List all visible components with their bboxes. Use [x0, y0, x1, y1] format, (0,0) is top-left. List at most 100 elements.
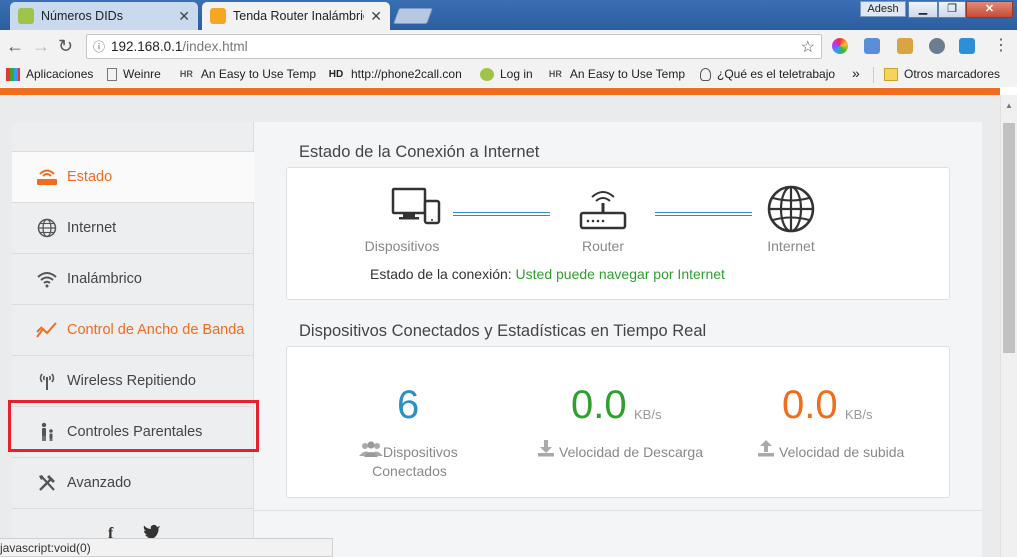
bookmark-item[interactable]: HR An Easy to Use Temp	[178, 67, 316, 81]
pulse-extension-icon[interactable]	[929, 38, 945, 54]
content-divider	[254, 510, 982, 511]
sidebar-item-internet[interactable]: Internet	[12, 202, 254, 253]
sidebar-nav: Estado Internet Inalámbrico Control de A…	[12, 122, 254, 557]
main-content: Estado de la Conexión a Internet Disposi…	[254, 122, 982, 557]
other-bookmarks-folder[interactable]: Otros marcadores	[884, 67, 1009, 81]
tab-title: Números DIDs	[41, 9, 123, 23]
router-page: Estado Internet Inalámbrico Control de A…	[0, 95, 1000, 557]
connected-devices-count: 6	[397, 383, 420, 427]
stats-section-title: Dispositivos Conectados y Estadísticas e…	[299, 322, 707, 340]
devices-label: Dispositivos	[364, 238, 440, 254]
browser-titlebar: Números DIDs ✕ Tenda Router Inalámbric ✕…	[0, 0, 1017, 30]
bookmark-item[interactable]: ¿Qué es el teletrabajo	[700, 67, 838, 81]
reload-icon[interactable]: ↻	[58, 36, 73, 56]
wifi-icon	[36, 268, 58, 290]
forward-icon[interactable]: →	[32, 36, 50, 56]
page-scrollbar[interactable]: ▲	[1000, 95, 1017, 557]
tools-icon	[36, 472, 58, 494]
sidebar-item-label: Control de Ancho de Banda	[67, 322, 245, 338]
bookmark-item[interactable]: Aplicaciones	[6, 67, 96, 81]
info-icon[interactable]: ⓘ	[93, 38, 105, 55]
sidebar-item-label: Avanzado	[67, 475, 132, 491]
sidebar-item-label: Wireless Repitiendo	[67, 373, 196, 389]
bookmark-item[interactable]: HD http://phone2call.con	[327, 67, 468, 81]
more-bookmarks-button[interactable]: »	[852, 65, 860, 81]
devices-router-link	[453, 212, 550, 216]
back-icon[interactable]: ←	[6, 36, 24, 56]
bookmark-label: An Easy to Use Temp	[569, 67, 685, 81]
minimize-icon[interactable]: ▁	[908, 1, 938, 18]
url-host: 192.168.0.1	[111, 39, 183, 54]
bookmark-item[interactable]: Log in	[480, 67, 540, 81]
connection-status-label: Estado de la conexión:	[370, 266, 512, 282]
new-tab-button[interactable]	[393, 8, 433, 24]
internet-label: Internet	[767, 238, 815, 254]
color-picker-extension-icon[interactable]	[832, 38, 848, 54]
bandwidth-chart-icon	[36, 319, 58, 341]
bulb-icon	[700, 67, 711, 81]
tab-title: Tenda Router Inalámbric	[233, 9, 365, 23]
page-icon	[107, 67, 117, 81]
menu-icon[interactable]: ⋮	[993, 36, 1009, 56]
sidebar-item-inalambrico[interactable]: Inalámbrico	[12, 253, 254, 304]
tenda-icon	[210, 8, 226, 24]
sidebar-item-estado[interactable]: Estado	[12, 151, 254, 202]
tools-extension-icon[interactable]	[897, 38, 913, 54]
sidebar-item-wireless-repitiendo[interactable]: Wireless Repitiendo	[12, 355, 254, 406]
bookmark-label: Aplicaciones	[26, 67, 94, 81]
hd-icon: HD	[328, 68, 344, 80]
android-icon	[480, 67, 494, 81]
bookmark-item[interactable]: Weinre	[107, 67, 171, 81]
scroll-up-icon[interactable]: ▲	[1005, 101, 1013, 110]
maximize-icon[interactable]: ❐	[938, 1, 966, 18]
download-speed-unit: KB/s	[634, 407, 662, 422]
highlight-box	[8, 400, 259, 452]
download-speed-label: Velocidad de Descarga	[559, 444, 703, 460]
connection-card: Dispositivos Router Internet Estado de l…	[286, 167, 950, 300]
bookmark-star-icon[interactable]: ☆	[801, 37, 815, 57]
connection-status-value: Usted puede navegar por Internet	[515, 266, 725, 282]
sidebar-item-label: Inalámbrico	[67, 271, 142, 287]
devices-icon	[391, 187, 441, 230]
router-internet-link	[655, 212, 752, 216]
apps-grid-icon	[6, 67, 20, 81]
folder-icon	[884, 67, 898, 81]
tab-numeros-dids[interactable]: Números DIDs ✕	[10, 2, 198, 30]
sidebar-item-avanzado[interactable]: Avanzado	[12, 457, 254, 508]
stats-card: 6 Dispositivos Conectados 0.0 KB/s Veloc…	[286, 346, 950, 498]
globe-icon	[36, 217, 58, 239]
hr-icon: HR	[548, 68, 562, 79]
android-icon	[18, 8, 34, 24]
upload-speed-value: 0.0	[782, 383, 838, 427]
window-close-icon[interactable]: ✕	[966, 1, 1013, 18]
browser-toolbar: ← → ↻ ⓘ 192.168.0.1/index.html ☆ ⋮	[0, 30, 1017, 63]
sidebar-item-control-ancho-banda[interactable]: Control de Ancho de Banda	[12, 304, 254, 355]
close-tab-icon[interactable]: ✕	[370, 8, 382, 25]
scrollbar-thumb[interactable]	[1003, 123, 1015, 353]
brand-header-bar	[0, 88, 1000, 95]
bookmark-label: An Easy to Use Temp	[200, 67, 316, 81]
upload-speed-unit: KB/s	[845, 407, 873, 422]
tab-tenda-router[interactable]: Tenda Router Inalámbric ✕	[202, 2, 390, 30]
sidebar-item-label: Internet	[67, 220, 117, 236]
bookmark-label: ¿Qué es el teletrabajo	[717, 67, 836, 81]
url-path: /index.html	[182, 39, 248, 54]
internet-globe-icon	[767, 185, 815, 236]
folder-extension-icon[interactable]	[864, 38, 880, 54]
router-icon	[578, 187, 628, 234]
bookmark-item[interactable]: HR An Easy to Use Temp	[547, 67, 685, 81]
connection-section-title: Estado de la Conexión a Internet	[299, 143, 540, 161]
antenna-icon	[36, 370, 58, 392]
sidebar-item-label: Estado	[67, 169, 113, 185]
address-bar[interactable]: ⓘ 192.168.0.1/index.html ☆	[86, 34, 822, 59]
profile-button[interactable]: Adesh	[860, 1, 906, 17]
users-icon	[359, 441, 383, 460]
stats-extension-icon[interactable]	[959, 38, 975, 54]
download-speed-value: 0.0	[571, 383, 627, 427]
close-tab-icon[interactable]: ✕	[178, 8, 190, 25]
connection-status: Estado de la conexión: Usted puede naveg…	[370, 266, 725, 282]
bookmark-label: Otros marcadores	[904, 67, 1001, 81]
status-bar: javascript:void(0)	[0, 538, 333, 557]
connected-devices-label-2: Conectados	[372, 463, 447, 479]
bookmark-divider	[873, 67, 874, 83]
